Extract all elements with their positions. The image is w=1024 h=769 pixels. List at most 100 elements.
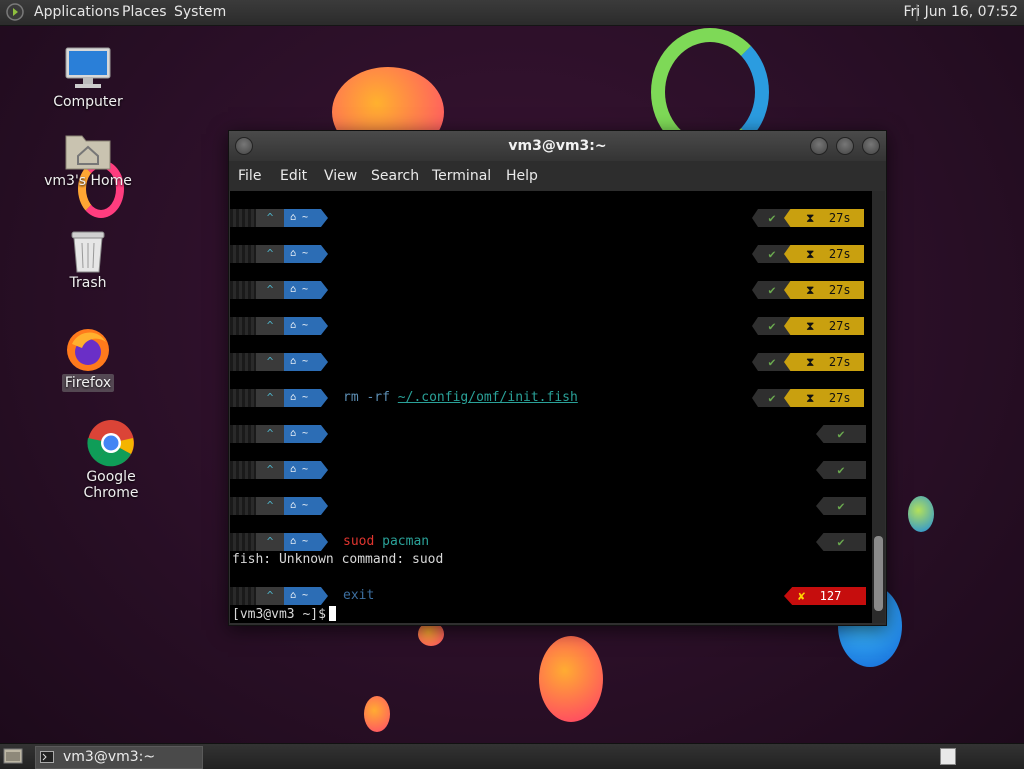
prompt-line: ^ ⌂ ~ ✔ ⧗ 27s [230, 281, 872, 299]
scrollbar-thumb[interactable] [874, 536, 883, 611]
menu-system[interactable]: System [174, 4, 226, 20]
menu-terminal[interactable]: Terminal [432, 168, 491, 184]
terminal-menubar: File Edit View Search Terminal Help [229, 161, 886, 191]
desktop-icon-home[interactable]: vm3's Home [38, 128, 138, 190]
exit-status-error: ✘ 127 [784, 587, 866, 605]
prompt-segment-home: ⌂ ~ [284, 587, 328, 605]
taskbar-item-label: vm3@vm3:~ [63, 749, 156, 765]
home-folder-icon [65, 135, 111, 170]
duration-segment: ⧗ 27s [784, 353, 864, 371]
prompt-segment-arrow: ^ [256, 245, 284, 263]
prompt-segment-home: ⌂ ~ [284, 461, 328, 479]
error-output: fish: Unknown command: suod [232, 552, 444, 567]
prompt-segment-dark [230, 317, 256, 335]
chrome-icon [87, 420, 134, 467]
desktop-icon-chrome[interactable]: Google Chrome [61, 418, 161, 502]
home-icon: ⌂ [290, 248, 297, 259]
window-titlebar[interactable]: vm3@vm3:~ [229, 131, 886, 161]
command-text: rm -rf ~/.config/omf/init.fish [343, 390, 578, 405]
desktop-icon-trash[interactable]: Trash [38, 228, 138, 292]
prompt-segment-arrow: ^ [256, 425, 284, 443]
duration-segment: ⧗ 27s [784, 281, 864, 299]
menu-edit[interactable]: Edit [280, 168, 307, 184]
exit-status-ok: ✔ [816, 425, 866, 443]
maximize-button[interactable] [836, 137, 854, 155]
desktop-icon-computer[interactable]: Computer [38, 45, 138, 111]
prompt-line: ^ ⌂ ~ suod pacman ✔ [230, 533, 872, 551]
desktop-icon-label: Trash [69, 275, 107, 291]
window-title: vm3@vm3:~ [508, 138, 607, 154]
prompt-segment-arrow: ^ [256, 389, 284, 407]
exit-status-ok: ✔ [816, 461, 866, 479]
workspace-switcher[interactable] [940, 748, 956, 765]
prompt-line: ^ ⌂ ~ exit ✘ 127 [230, 587, 872, 605]
hourglass-icon: ⧗ [806, 391, 815, 405]
prompt-segment-home: ⌂ ~ [284, 389, 328, 407]
prompt-segment-arrow: ^ [256, 317, 284, 335]
home-icon: ⌂ [290, 284, 297, 295]
top-panel: Applications Places System Fri Jun 16, 0… [0, 0, 1024, 26]
hourglass-icon: ⧗ [806, 283, 815, 297]
prompt-segment-dark [230, 497, 256, 515]
home-icon: ⌂ [290, 590, 297, 601]
prompt-segment-dark [230, 245, 256, 263]
wallpaper-blob-small-1 [908, 496, 934, 532]
clock[interactable]: Fri Jun 16, 07:52 [903, 4, 1018, 20]
home-icon: ⌂ [290, 428, 297, 439]
menu-search[interactable]: Search [371, 168, 419, 184]
duration-segment: ⧗ 27s [784, 209, 864, 227]
desktop-icon-label: Computer [53, 94, 123, 110]
menu-applications[interactable]: Applications [34, 4, 120, 20]
menu-help[interactable]: Help [506, 168, 538, 184]
terminal-icon [40, 751, 54, 763]
home-icon: ⌂ [290, 356, 297, 367]
terminal-window[interactable]: vm3@vm3:~ File Edit View Search Terminal… [228, 130, 887, 626]
menu-places[interactable]: Places [122, 4, 167, 20]
exit-status-ok: ✔ [816, 533, 866, 551]
menu-file[interactable]: File [238, 168, 261, 184]
hourglass-icon: ⧗ [806, 211, 815, 225]
minimize-button[interactable] [810, 137, 828, 155]
terminal-screen[interactable]: ^ ⌂ ~ ✔ ⧗ 27s ^ ⌂ ~ ✔ ⧗ 27s ^ ⌂ ~ ✔ ⧗ 27s ^ ⌂ ~ ✔ ⧗ 27s… [230, 191, 872, 623]
prompt-segment-arrow: ^ [256, 209, 284, 227]
prompt-segment-arrow: ^ [256, 587, 284, 605]
desktop-icon-label: Google Chrome [83, 469, 139, 501]
applications-icon[interactable] [6, 3, 24, 21]
wallpaper-blob-small-2 [364, 696, 390, 732]
prompt-segment-home: ⌂ ~ [284, 281, 328, 299]
prompt-segment-dark [230, 587, 256, 605]
duration-segment: ⧗ 27s [784, 245, 864, 263]
shell-prompt[interactable]: [vm3@vm3 ~]$ [232, 606, 336, 622]
prompt-line: ^ ⌂ ~ ✔ ⧗ 27s [230, 245, 872, 263]
show-desktop-icon[interactable] [3, 747, 23, 765]
prompt-segment-dark [230, 281, 256, 299]
prompt-segment-dark [230, 461, 256, 479]
prompt-segment-arrow: ^ [256, 353, 284, 371]
prompt-segment-arrow: ^ [256, 533, 284, 551]
prompt-segment-dark [230, 533, 256, 551]
home-icon: ⌂ [290, 500, 297, 511]
prompt-segment-home: ⌂ ~ [284, 245, 328, 263]
computer-icon [65, 47, 111, 88]
prompt-segment-dark [230, 425, 256, 443]
prompt-line: ^ ⌂ ~ ✔ [230, 497, 872, 515]
firefox-icon [67, 329, 109, 371]
home-icon: ⌂ [290, 212, 297, 223]
window-menu-icon[interactable] [235, 137, 253, 155]
desktop-icon-firefox[interactable]: Firefox [38, 326, 138, 392]
bottom-panel: vm3@vm3:~ [0, 743, 1024, 769]
prompt-line: ^ ⌂ ~ ✔ ⧗ 27s [230, 317, 872, 335]
hourglass-icon: ⧗ [806, 247, 815, 261]
prompt-line: ^ ⌂ ~ rm -rf ~/.config/omf/init.fish ✔ ⧗ 27s [230, 389, 872, 407]
terminal-scrollbar[interactable] [872, 191, 885, 623]
prompt-segment-home: ⌂ ~ [284, 497, 328, 515]
close-button[interactable] [862, 137, 880, 155]
desktop-icon-label: vm3's Home [44, 173, 132, 189]
prompt-segment-home: ⌂ ~ [284, 353, 328, 371]
desktop-icon-label: Firefox [61, 374, 115, 392]
taskbar-item-terminal[interactable]: vm3@vm3:~ [35, 746, 203, 769]
menu-view[interactable]: View [324, 168, 357, 184]
prompt-segment-dark [230, 209, 256, 227]
command-text: exit [343, 588, 375, 603]
home-icon: ⌂ [290, 392, 297, 403]
